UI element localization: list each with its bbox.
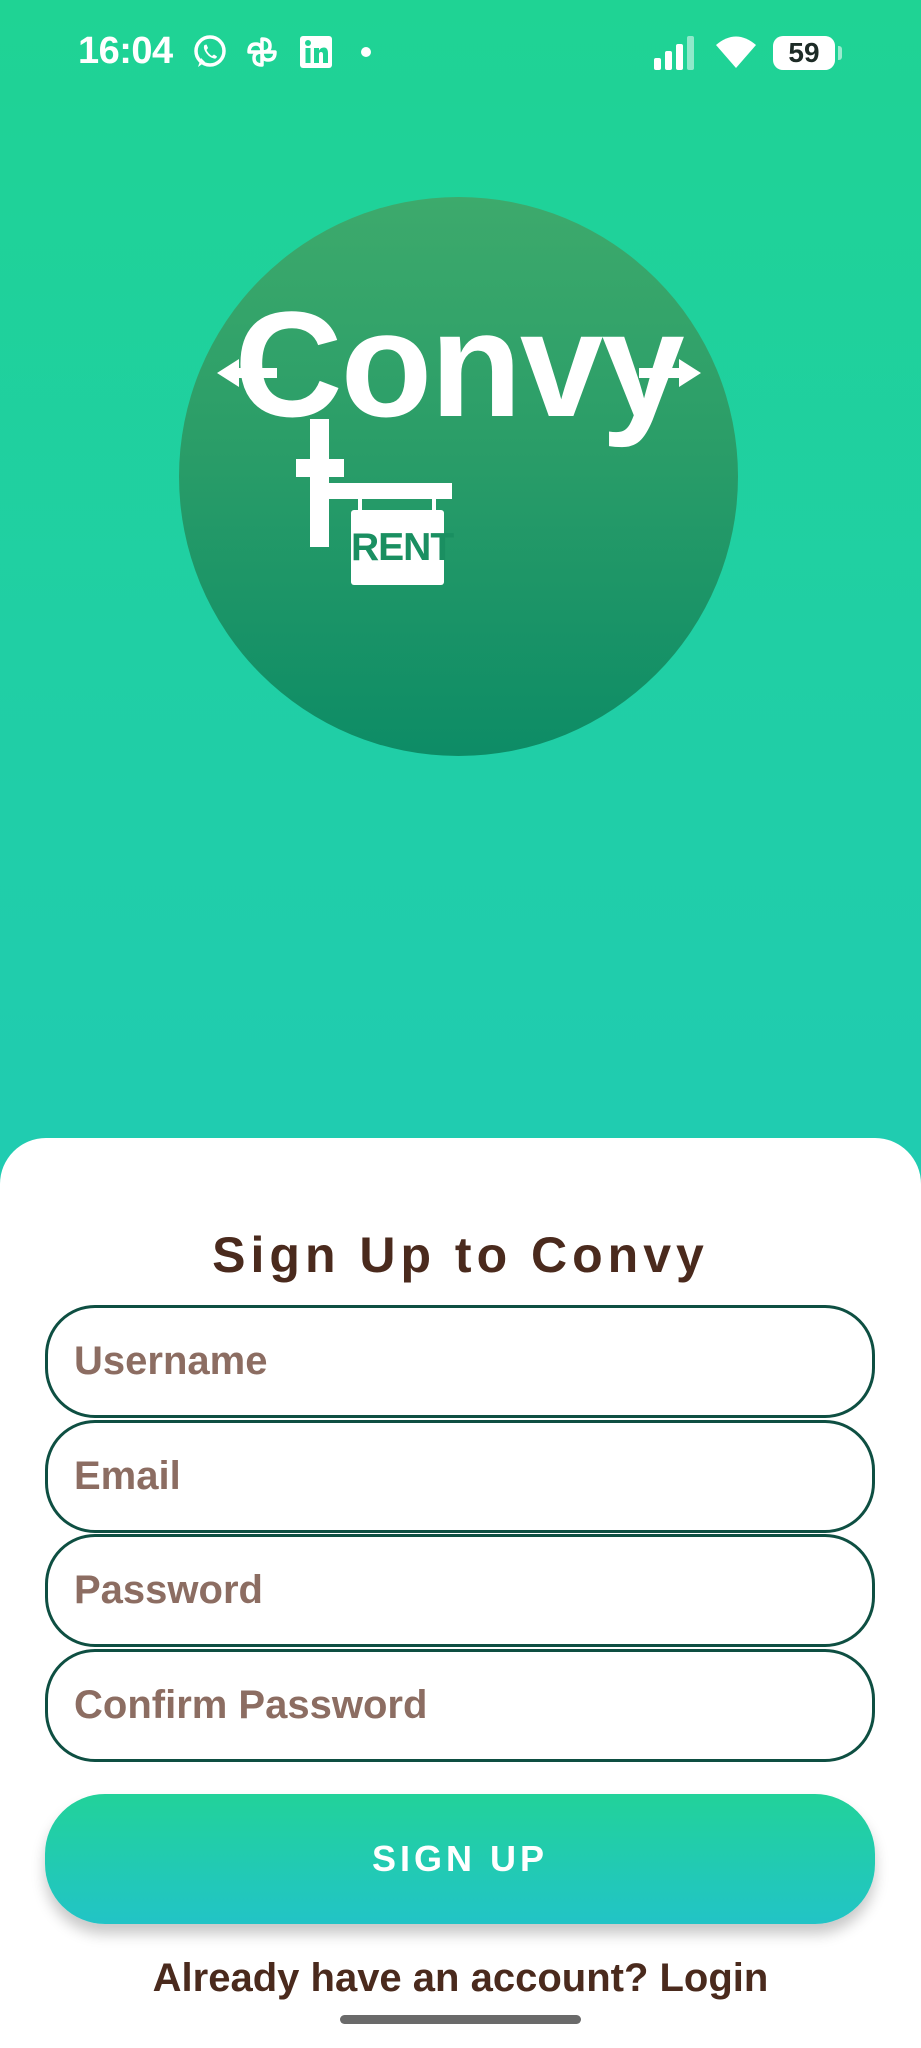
email-field[interactable] [45,1420,875,1533]
dot-icon [361,47,371,57]
email-input[interactable] [74,1423,844,1530]
signup-title: Sign Up to Convy [212,1227,709,1283]
wifi-icon [716,36,756,68]
linkedin-icon [300,36,332,68]
rent-sign-label: RENT [351,526,454,569]
battery-cap [838,46,842,60]
username-input[interactable] [74,1308,844,1415]
signup-button[interactable]: SIGN UP [45,1794,875,1924]
confirm-password-input[interactable] [74,1652,844,1759]
password-input[interactable] [74,1537,844,1644]
signup-sheet: Sign Up to Convy SIGN UP Already have an… [0,1138,921,2048]
home-indicator[interactable] [340,2015,581,2024]
battery-level: 59 [788,37,820,68]
convy-logo: Convy RENT [179,197,738,756]
rent-sign-post-icon [296,419,452,585]
status-bar: 16:04 59 [0,0,921,110]
login-link[interactable]: Already have an account? Login [0,1956,921,2001]
pinwheel-icon [247,37,277,67]
password-field[interactable] [45,1534,875,1647]
battery-icon: 59 [773,36,835,70]
signal-icon [654,36,694,70]
confirm-password-field[interactable] [45,1649,875,1762]
whatsapp-icon [194,35,226,67]
status-time: 16:04 [78,30,173,72]
username-field[interactable] [45,1305,875,1418]
